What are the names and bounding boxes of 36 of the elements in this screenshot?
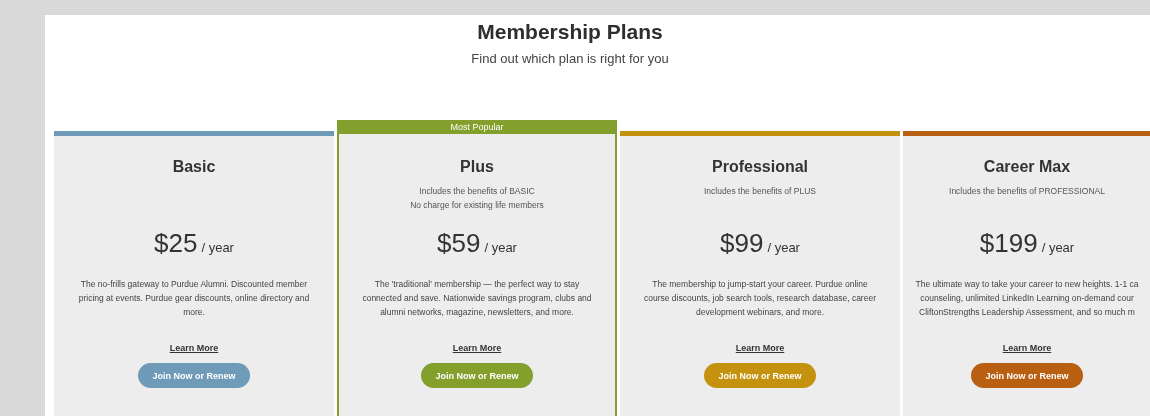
plan-description: The no-frills gateway to Purdue Alumni. Discounted member <box>79 278 309 291</box>
plan-description: development webinars, and more. <box>694 306 825 319</box>
plan-description: The membership to jump-start your career. Purdue online <box>651 278 869 291</box>
plan-description: The 'traditional' membership — the perfect way to stay <box>373 278 581 291</box>
plan-badge: Most Popular <box>337 120 617 134</box>
price-period: / year <box>1041 240 1075 255</box>
price-period: / year <box>201 240 234 255</box>
join-button[interactable]: Join Now or Renew <box>971 363 1083 388</box>
plan-price: $199 <box>979 228 1038 259</box>
price-period: / year <box>484 240 517 255</box>
price-period: / year <box>767 240 800 255</box>
plan-description: more. <box>182 306 206 319</box>
plan-description: pricing at events. Purdue gear discounts, online directory and <box>78 292 310 305</box>
page-subtitle: Find out which plan is right for you <box>470 51 670 66</box>
learn-more-link[interactable]: Learn More <box>452 343 502 353</box>
plan-price: $59 <box>437 228 481 259</box>
page-title: Membership Plans <box>476 19 664 45</box>
plan-name: Professional <box>712 158 808 176</box>
learn-more-link[interactable]: Learn More <box>735 343 785 353</box>
plan-description: counseling, unlimited LinkedIn Learning on-demand cour <box>919 292 1135 305</box>
plan-benefit: No charge for existing life members <box>410 199 544 212</box>
plan-description: course discounts, job search tools, research database, career <box>644 292 876 305</box>
plan-price: $99 <box>720 228 764 259</box>
learn-more-link[interactable]: Learn More <box>169 343 219 353</box>
plan-benefit: Includes the benefits of PROFESSIONAL <box>949 185 1105 198</box>
plan-name: Basic <box>172 158 216 176</box>
plan-benefit: Includes the benefits of BASIC <box>418 185 536 198</box>
plan-price: $25 <box>154 228 198 259</box>
plan-benefit: Includes the benefits of PLUS <box>704 185 816 198</box>
plan-description: alumni networks, magazine, newsletters, and more. <box>379 306 575 319</box>
learn-more-link[interactable]: Learn More <box>1002 343 1052 353</box>
plan-description: The ultimate way to take your career to new heights. 1-1 ca <box>915 278 1139 291</box>
plan-description: connected and save. Nationwide savings program, clubs and <box>362 292 592 305</box>
plan-name: Plus <box>460 158 494 176</box>
plan-name: Career Max <box>983 158 1071 176</box>
plan-description: CliftonStrengths Leadership Assessment, and so much m <box>918 306 1136 319</box>
